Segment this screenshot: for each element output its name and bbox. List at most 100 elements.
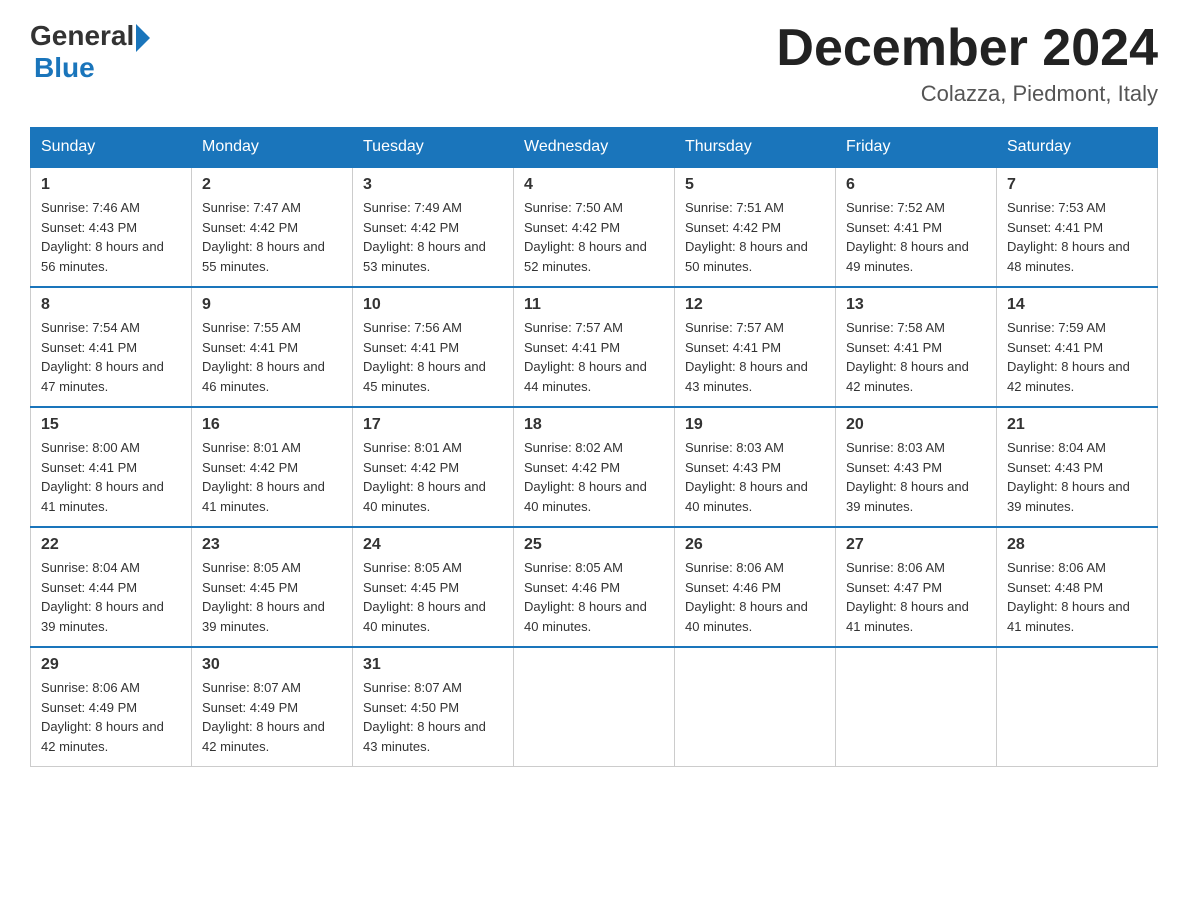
col-thursday: Thursday: [675, 128, 836, 168]
location-text: Colazza, Piedmont, Italy: [776, 81, 1158, 107]
day-info: Sunrise: 8:02 AMSunset: 4:42 PMDaylight:…: [524, 440, 647, 514]
day-number: 25: [524, 536, 664, 554]
day-info: Sunrise: 8:01 AMSunset: 4:42 PMDaylight:…: [202, 440, 325, 514]
day-number: 2: [202, 176, 342, 194]
day-number: 31: [363, 656, 503, 674]
day-number: 12: [685, 296, 825, 314]
col-wednesday: Wednesday: [514, 128, 675, 168]
day-info: Sunrise: 7:53 AMSunset: 4:41 PMDaylight:…: [1007, 200, 1130, 274]
day-info: Sunrise: 7:57 AMSunset: 4:41 PMDaylight:…: [524, 320, 647, 394]
col-saturday: Saturday: [997, 128, 1158, 168]
calendar-day-cell: 31 Sunrise: 8:07 AMSunset: 4:50 PMDaylig…: [353, 647, 514, 767]
calendar-day-cell: 23 Sunrise: 8:05 AMSunset: 4:45 PMDaylig…: [192, 527, 353, 647]
day-info: Sunrise: 8:03 AMSunset: 4:43 PMDaylight:…: [846, 440, 969, 514]
day-number: 24: [363, 536, 503, 554]
day-number: 8: [41, 296, 181, 314]
calendar-week-row: 1 Sunrise: 7:46 AMSunset: 4:43 PMDayligh…: [31, 167, 1158, 287]
calendar-day-cell: 1 Sunrise: 7:46 AMSunset: 4:43 PMDayligh…: [31, 167, 192, 287]
calendar-day-cell: 18 Sunrise: 8:02 AMSunset: 4:42 PMDaylig…: [514, 407, 675, 527]
day-number: 3: [363, 176, 503, 194]
calendar-day-cell: 2 Sunrise: 7:47 AMSunset: 4:42 PMDayligh…: [192, 167, 353, 287]
day-info: Sunrise: 8:05 AMSunset: 4:46 PMDaylight:…: [524, 560, 647, 634]
day-info: Sunrise: 7:59 AMSunset: 4:41 PMDaylight:…: [1007, 320, 1130, 394]
calendar-day-cell: 3 Sunrise: 7:49 AMSunset: 4:42 PMDayligh…: [353, 167, 514, 287]
calendar-day-cell: [836, 647, 997, 767]
day-number: 10: [363, 296, 503, 314]
day-number: 19: [685, 416, 825, 434]
calendar-day-cell: 21 Sunrise: 8:04 AMSunset: 4:43 PMDaylig…: [997, 407, 1158, 527]
day-number: 11: [524, 296, 664, 314]
day-info: Sunrise: 8:03 AMSunset: 4:43 PMDaylight:…: [685, 440, 808, 514]
calendar-day-cell: 26 Sunrise: 8:06 AMSunset: 4:46 PMDaylig…: [675, 527, 836, 647]
day-number: 9: [202, 296, 342, 314]
calendar-week-row: 29 Sunrise: 8:06 AMSunset: 4:49 PMDaylig…: [31, 647, 1158, 767]
day-info: Sunrise: 8:07 AMSunset: 4:50 PMDaylight:…: [363, 680, 486, 754]
calendar-day-cell: 12 Sunrise: 7:57 AMSunset: 4:41 PMDaylig…: [675, 287, 836, 407]
calendar-day-cell: 14 Sunrise: 7:59 AMSunset: 4:41 PMDaylig…: [997, 287, 1158, 407]
col-tuesday: Tuesday: [353, 128, 514, 168]
logo-general-text: General: [30, 20, 134, 52]
calendar-day-cell: 5 Sunrise: 7:51 AMSunset: 4:42 PMDayligh…: [675, 167, 836, 287]
day-number: 16: [202, 416, 342, 434]
col-friday: Friday: [836, 128, 997, 168]
day-info: Sunrise: 7:52 AMSunset: 4:41 PMDaylight:…: [846, 200, 969, 274]
day-number: 17: [363, 416, 503, 434]
col-monday: Monday: [192, 128, 353, 168]
calendar-day-cell: 11 Sunrise: 7:57 AMSunset: 4:41 PMDaylig…: [514, 287, 675, 407]
calendar-week-row: 15 Sunrise: 8:00 AMSunset: 4:41 PMDaylig…: [31, 407, 1158, 527]
title-section: December 2024 Colazza, Piedmont, Italy: [776, 20, 1158, 107]
calendar-day-cell: 13 Sunrise: 7:58 AMSunset: 4:41 PMDaylig…: [836, 287, 997, 407]
day-info: Sunrise: 7:54 AMSunset: 4:41 PMDaylight:…: [41, 320, 164, 394]
calendar-day-cell: 16 Sunrise: 8:01 AMSunset: 4:42 PMDaylig…: [192, 407, 353, 527]
page-header: General Blue December 2024 Colazza, Pied…: [30, 20, 1158, 107]
calendar-day-cell: 4 Sunrise: 7:50 AMSunset: 4:42 PMDayligh…: [514, 167, 675, 287]
calendar-day-cell: 17 Sunrise: 8:01 AMSunset: 4:42 PMDaylig…: [353, 407, 514, 527]
calendar-day-cell: 7 Sunrise: 7:53 AMSunset: 4:41 PMDayligh…: [997, 167, 1158, 287]
day-number: 26: [685, 536, 825, 554]
day-info: Sunrise: 8:05 AMSunset: 4:45 PMDaylight:…: [363, 560, 486, 634]
day-number: 22: [41, 536, 181, 554]
logo: General Blue: [30, 20, 150, 84]
month-title: December 2024: [776, 20, 1158, 77]
day-number: 28: [1007, 536, 1147, 554]
calendar-week-row: 8 Sunrise: 7:54 AMSunset: 4:41 PMDayligh…: [31, 287, 1158, 407]
calendar-table: Sunday Monday Tuesday Wednesday Thursday…: [30, 127, 1158, 767]
calendar-day-cell: 28 Sunrise: 8:06 AMSunset: 4:48 PMDaylig…: [997, 527, 1158, 647]
day-number: 21: [1007, 416, 1147, 434]
day-number: 4: [524, 176, 664, 194]
calendar-day-cell: 19 Sunrise: 8:03 AMSunset: 4:43 PMDaylig…: [675, 407, 836, 527]
day-info: Sunrise: 8:06 AMSunset: 4:48 PMDaylight:…: [1007, 560, 1130, 634]
day-info: Sunrise: 7:56 AMSunset: 4:41 PMDaylight:…: [363, 320, 486, 394]
day-number: 23: [202, 536, 342, 554]
day-info: Sunrise: 8:00 AMSunset: 4:41 PMDaylight:…: [41, 440, 164, 514]
logo-arrow-icon: [136, 24, 150, 52]
day-number: 5: [685, 176, 825, 194]
calendar-day-cell: 20 Sunrise: 8:03 AMSunset: 4:43 PMDaylig…: [836, 407, 997, 527]
day-info: Sunrise: 7:55 AMSunset: 4:41 PMDaylight:…: [202, 320, 325, 394]
day-info: Sunrise: 7:47 AMSunset: 4:42 PMDaylight:…: [202, 200, 325, 274]
day-number: 20: [846, 416, 986, 434]
day-number: 14: [1007, 296, 1147, 314]
day-info: Sunrise: 8:05 AMSunset: 4:45 PMDaylight:…: [202, 560, 325, 634]
calendar-day-cell: 29 Sunrise: 8:06 AMSunset: 4:49 PMDaylig…: [31, 647, 192, 767]
day-info: Sunrise: 8:04 AMSunset: 4:44 PMDaylight:…: [41, 560, 164, 634]
calendar-week-row: 22 Sunrise: 8:04 AMSunset: 4:44 PMDaylig…: [31, 527, 1158, 647]
day-info: Sunrise: 7:50 AMSunset: 4:42 PMDaylight:…: [524, 200, 647, 274]
header-row: Sunday Monday Tuesday Wednesday Thursday…: [31, 128, 1158, 168]
calendar-day-cell: 25 Sunrise: 8:05 AMSunset: 4:46 PMDaylig…: [514, 527, 675, 647]
calendar-day-cell: 6 Sunrise: 7:52 AMSunset: 4:41 PMDayligh…: [836, 167, 997, 287]
calendar-day-cell: 8 Sunrise: 7:54 AMSunset: 4:41 PMDayligh…: [31, 287, 192, 407]
calendar-day-cell: 30 Sunrise: 8:07 AMSunset: 4:49 PMDaylig…: [192, 647, 353, 767]
calendar-day-cell: [514, 647, 675, 767]
day-number: 29: [41, 656, 181, 674]
calendar-day-cell: 15 Sunrise: 8:00 AMSunset: 4:41 PMDaylig…: [31, 407, 192, 527]
calendar-day-cell: 27 Sunrise: 8:06 AMSunset: 4:47 PMDaylig…: [836, 527, 997, 647]
logo-blue-text: Blue: [34, 52, 95, 84]
day-info: Sunrise: 8:07 AMSunset: 4:49 PMDaylight:…: [202, 680, 325, 754]
day-info: Sunrise: 8:04 AMSunset: 4:43 PMDaylight:…: [1007, 440, 1130, 514]
day-number: 30: [202, 656, 342, 674]
day-info: Sunrise: 8:06 AMSunset: 4:49 PMDaylight:…: [41, 680, 164, 754]
day-number: 18: [524, 416, 664, 434]
day-number: 13: [846, 296, 986, 314]
day-number: 7: [1007, 176, 1147, 194]
